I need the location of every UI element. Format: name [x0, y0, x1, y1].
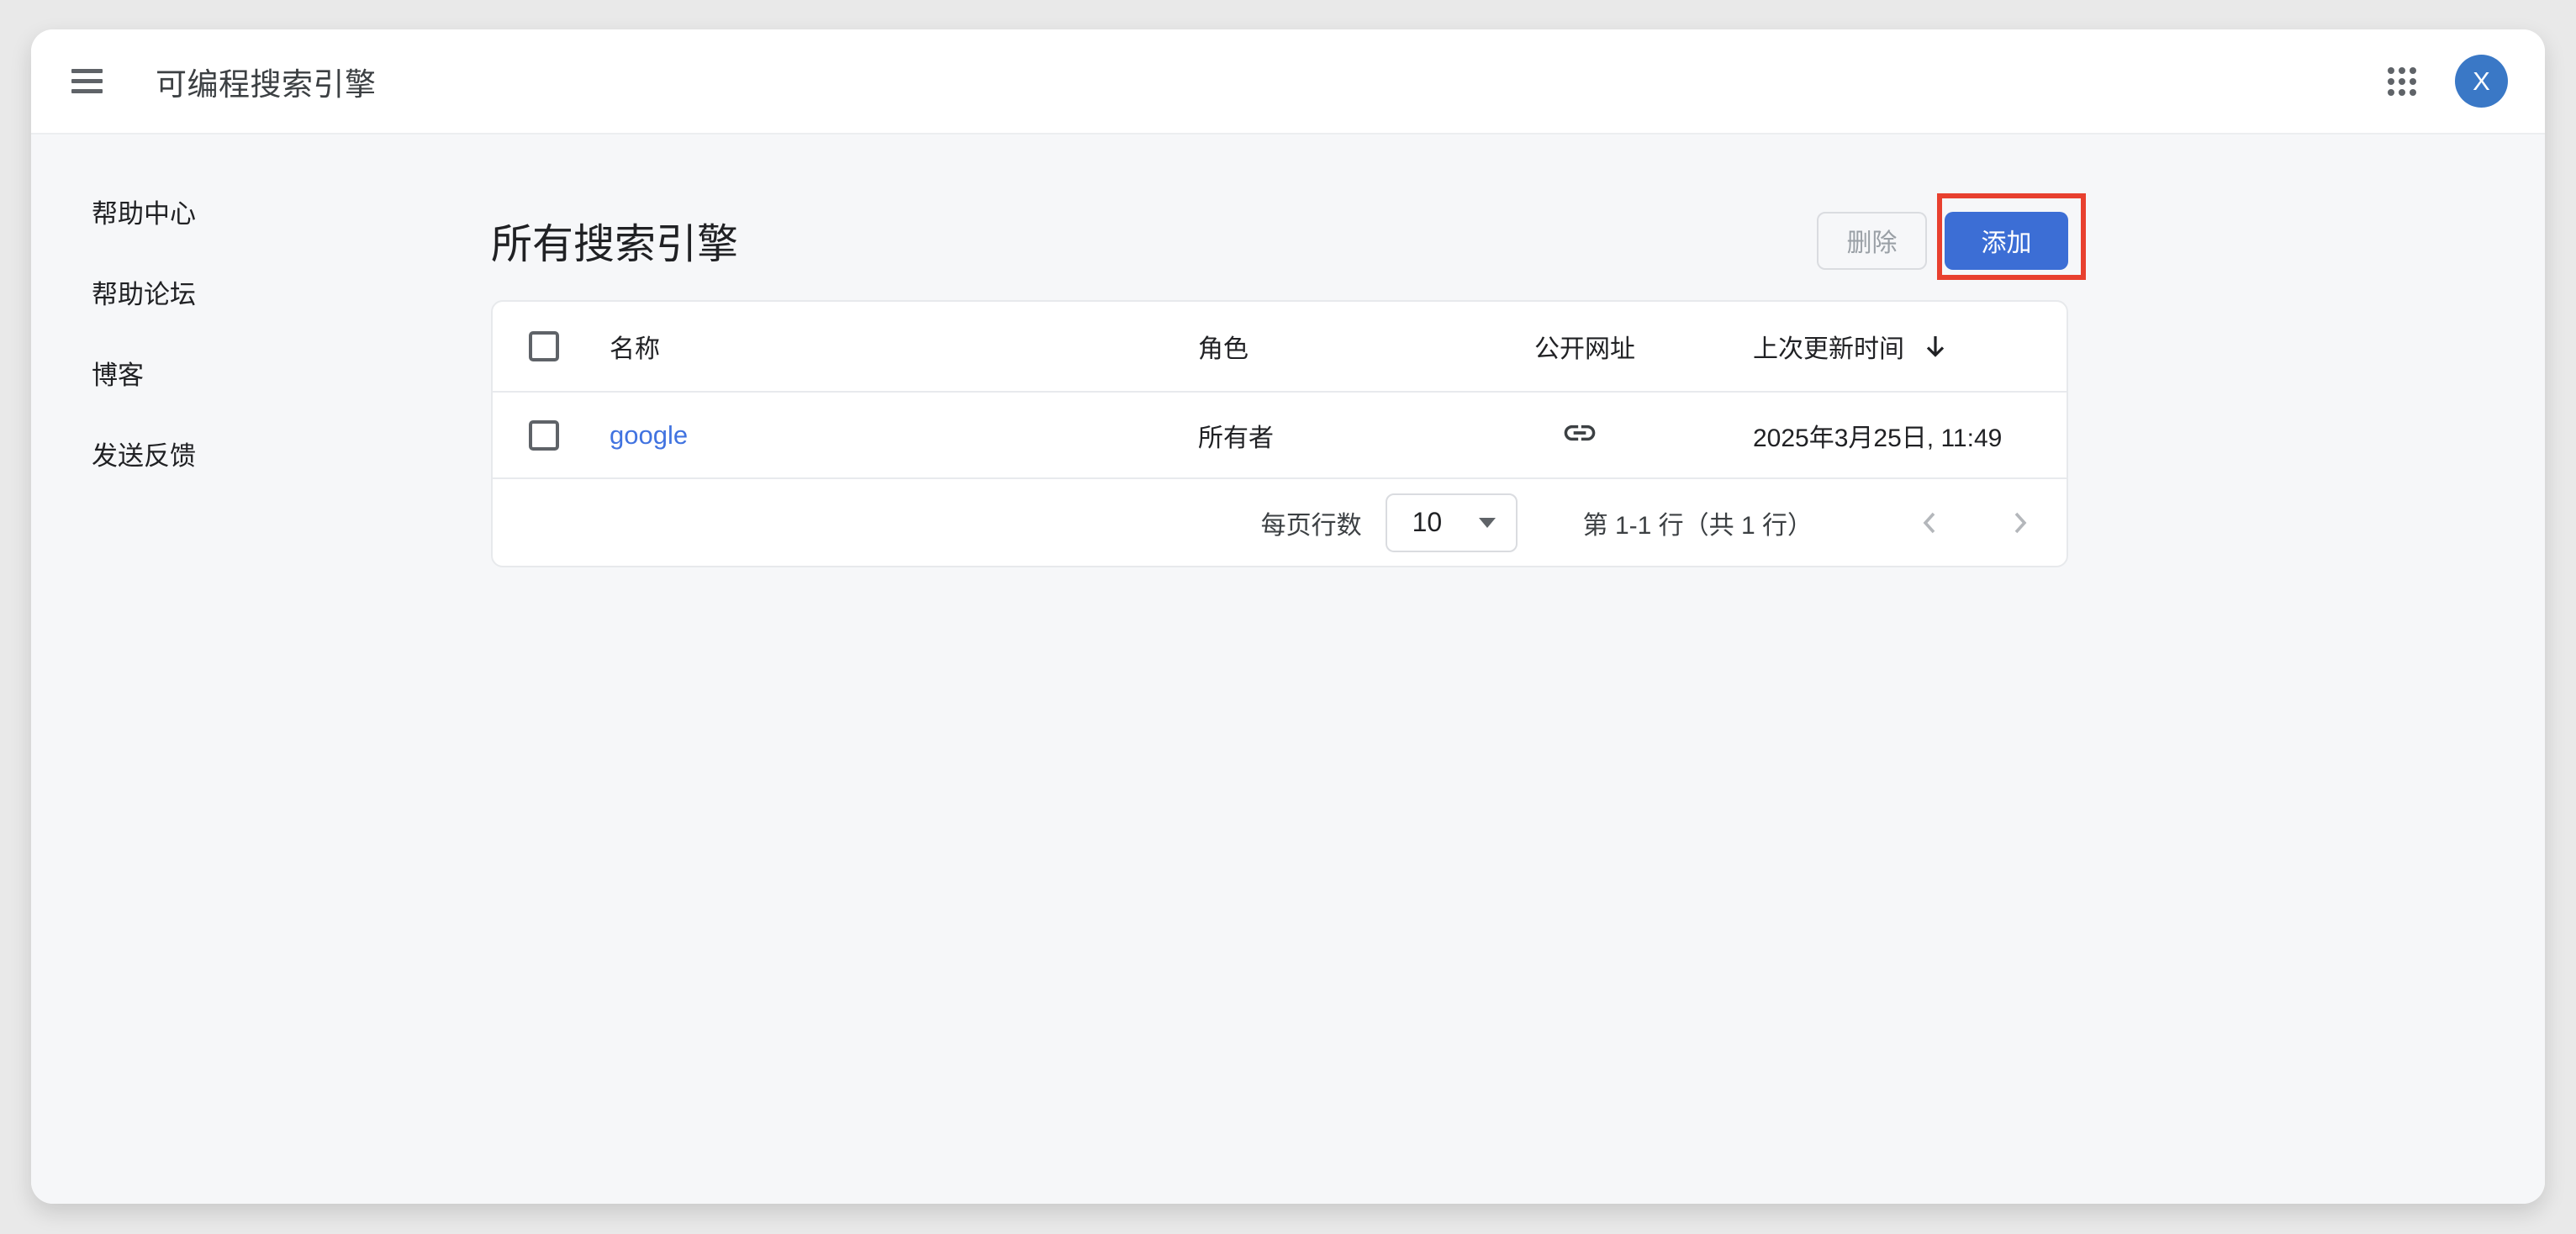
- sidebar-item-help-center[interactable]: 帮助中心: [31, 171, 491, 251]
- apps-grid-button[interactable]: [2388, 67, 2416, 96]
- column-header-name: 名称: [610, 328, 1198, 365]
- rows-per-page-label: 每页行数: [1261, 504, 1362, 541]
- table-pagination: 每页行数 10 第 1-1 行（共 1 行）: [493, 479, 2067, 566]
- table-row: google 所有者 2025年3月25日, 11:49: [493, 393, 2067, 479]
- chevron-right-icon: [2005, 509, 2034, 537]
- column-header-last-updated-label: 上次更新时间: [1753, 328, 1904, 365]
- link-icon[interactable]: [1561, 414, 1598, 451]
- dropdown-arrow-icon: [1479, 518, 1496, 528]
- sort-descending-icon: [1923, 333, 1948, 360]
- main-panel: 所有搜索引擎 删除 添加 名称 角色 公开网址: [491, 134, 2068, 1204]
- delete-button[interactable]: 删除: [1817, 212, 1927, 270]
- column-header-last-updated[interactable]: 上次更新时间: [1753, 328, 2067, 365]
- rows-per-page-value: 10: [1412, 507, 1443, 538]
- avatar[interactable]: X: [2455, 55, 2508, 108]
- app-title: 可编程搜索引擎: [156, 59, 377, 104]
- apps-grid-icon: [2388, 67, 2416, 96]
- engine-name-link[interactable]: google: [610, 420, 688, 450]
- column-header-public-url: 公开网址: [1534, 328, 1753, 365]
- column-header-role: 角色: [1198, 328, 1534, 365]
- engine-last-updated: 2025年3月25日, 11:49: [1753, 417, 2067, 454]
- engine-role: 所有者: [1198, 417, 1534, 454]
- toolbar-actions: 删除 添加: [1817, 212, 2068, 270]
- app-header: 可编程搜索引擎 X: [31, 29, 2545, 134]
- table-header-row: 名称 角色 公开网址 上次更新时间: [493, 302, 2067, 393]
- chevron-left-icon: [1916, 509, 1945, 537]
- rows-per-page-select[interactable]: 10: [1386, 493, 1518, 552]
- sidebar-item-blog[interactable]: 博客: [31, 332, 491, 413]
- page-title: 所有搜索引擎: [491, 211, 738, 271]
- sidebar: 帮助中心 帮助论坛 博客 发送反馈: [31, 134, 491, 1204]
- sidebar-item-help-forum[interactable]: 帮助论坛: [31, 251, 491, 332]
- select-all-checkbox[interactable]: [529, 331, 559, 361]
- row-checkbox-cell: [493, 420, 610, 451]
- toolbar: 所有搜索引擎 删除 添加: [491, 208, 2068, 272]
- menu-button[interactable]: [71, 58, 119, 105]
- add-button-wrapper: 添加: [1945, 212, 2068, 270]
- next-page-button[interactable]: [2003, 506, 2036, 540]
- pagination-range: 第 1-1 行（共 1 行）: [1583, 504, 1813, 541]
- add-button[interactable]: 添加: [1945, 212, 2068, 270]
- header-checkbox-cell: [493, 331, 610, 361]
- content-area: 帮助中心 帮助论坛 博客 发送反馈 所有搜索引擎 删除 添加: [31, 134, 2545, 1204]
- sidebar-item-send-feedback[interactable]: 发送反馈: [31, 413, 491, 493]
- search-engines-table: 名称 角色 公开网址 上次更新时间: [491, 300, 2068, 567]
- previous-page-button[interactable]: [1914, 506, 1947, 540]
- row-checkbox[interactable]: [529, 420, 559, 451]
- app-window: 可编程搜索引擎 X 帮助中心 帮助论坛 博客 发送反馈 所有搜索引擎 删除 添加: [31, 29, 2545, 1204]
